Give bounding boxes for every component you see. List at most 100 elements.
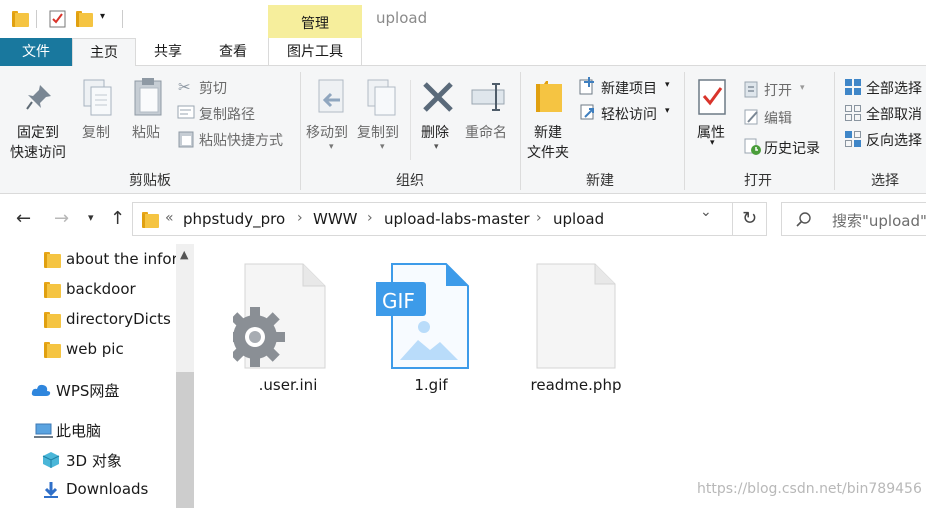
- properties-checkmark-icon[interactable]: [49, 10, 67, 28]
- paste-shortcut-icon: [178, 131, 194, 148]
- forward-arrow-icon[interactable]: →: [54, 208, 69, 229]
- nav-item-label: 3D 对象: [66, 452, 122, 470]
- new-folder-label-line1: 新建: [534, 125, 562, 141]
- nav-item-label: WPS网盘: [56, 382, 120, 400]
- tab-share[interactable]: 共享: [136, 38, 200, 66]
- new-folder-quick-icon[interactable]: [76, 11, 93, 27]
- breadcrumb-upload-labs-master[interactable]: upload-labs-master: [384, 210, 530, 228]
- tab-picture-tools[interactable]: 图片工具: [268, 38, 362, 66]
- pin-icon: [26, 85, 51, 110]
- config-file-icon: [233, 263, 326, 369]
- select-all-label: 全部选择: [866, 81, 922, 97]
- divider: [410, 80, 411, 160]
- navigation-bar: ← → ▾ ↑ « phpstudy_pro › WWW › upload-la…: [0, 194, 926, 244]
- tab-file[interactable]: 文件: [0, 38, 72, 66]
- navigation-pane: about the infor backdoor directoryDicts …: [0, 244, 196, 508]
- file-item-readme-php[interactable]: readme.php: [521, 262, 631, 402]
- move-to-label: 移动到: [306, 125, 348, 141]
- clipboard-paste-icon: [134, 78, 162, 116]
- search-placeholder: 搜索"upload": [832, 212, 926, 230]
- nav-item-directorydicts[interactable]: directoryDicts: [0, 305, 176, 335]
- recent-locations-chevron-icon[interactable]: ▾: [88, 211, 94, 224]
- breadcrumb-separator[interactable]: ›: [536, 210, 542, 226]
- nav-item-backdoor[interactable]: backdoor: [0, 275, 176, 305]
- overflow-chevron[interactable]: «: [165, 210, 174, 226]
- breadcrumb-separator[interactable]: ›: [367, 210, 373, 226]
- paste-shortcut-label: 粘贴快捷方式: [199, 133, 283, 149]
- gif-file-icon: [376, 263, 469, 369]
- up-arrow-icon[interactable]: ↑: [110, 208, 125, 229]
- clipboard-group-label: 剪贴板: [129, 173, 171, 189]
- copy-to-label: 复制到: [357, 125, 399, 141]
- chevron-down-icon: ▾: [710, 138, 715, 148]
- new-folder-icon: [536, 81, 562, 112]
- copy-path-label: 复制路径: [199, 107, 255, 123]
- nav-item-label: backdoor: [66, 280, 136, 298]
- select-all-icon: [845, 79, 861, 95]
- pin-label-line2: 快速访问: [10, 145, 66, 161]
- scissors-icon: ✂: [178, 78, 191, 96]
- nav-item-web-pic[interactable]: web pic: [0, 335, 176, 365]
- file-list: .user.ini GIF 1.gif readme.php: [196, 244, 926, 508]
- select-none-icon: [845, 105, 861, 121]
- breadcrumb-www[interactable]: WWW: [313, 210, 358, 228]
- window-title: upload: [376, 9, 428, 27]
- open-label: 打开: [764, 83, 792, 99]
- divider: [36, 10, 37, 28]
- nav-item-label: Downloads: [66, 480, 149, 498]
- search-input[interactable]: 搜索"upload": [781, 202, 926, 236]
- copy-to-icon: [367, 79, 396, 116]
- nav-item-3d-objects[interactable]: 3D 对象: [0, 445, 176, 475]
- chevron-down-icon: ▾: [329, 142, 334, 152]
- ribbon: 固定到 快速访问 复制 粘贴 ✂ 剪切 复制路径 粘贴快捷方式 剪贴板 移动到 …: [0, 66, 926, 194]
- tab-view[interactable]: 查看: [200, 38, 266, 66]
- folder-icon: [142, 212, 159, 228]
- nav-item-label: about the infor: [66, 250, 176, 268]
- download-arrow-icon: [44, 482, 58, 498]
- new-item-icon: [579, 77, 594, 95]
- rename-label: 重命名: [465, 125, 507, 141]
- chevron-down-icon: ▾: [800, 83, 805, 93]
- nav-item-this-pc[interactable]: 此电脑: [0, 415, 176, 445]
- nav-item-label: directoryDicts: [66, 310, 171, 328]
- move-to-icon: [318, 79, 344, 113]
- invert-selection-label: 反向选择: [866, 133, 922, 149]
- new-item-label: 新建项目: [601, 81, 657, 97]
- chevron-down-icon: ▾: [380, 142, 385, 152]
- cut-label: 剪切: [199, 81, 227, 97]
- folder-icon: [44, 282, 61, 298]
- new-folder-label-line2: 文件夹: [527, 145, 569, 161]
- customize-quick-access-icon[interactable]: ▾: [100, 11, 105, 22]
- address-history-chevron-icon[interactable]: ⌄: [700, 204, 712, 220]
- organize-group-label: 组织: [396, 173, 424, 189]
- rename-icon: [471, 83, 505, 111]
- refresh-icon: ↻: [741, 208, 758, 229]
- nav-item-downloads[interactable]: Downloads: [0, 475, 176, 505]
- nav-item-about-the-infor[interactable]: about the infor: [0, 245, 176, 275]
- pin-label-line1: 固定到: [17, 125, 59, 141]
- history-icon: [744, 138, 761, 155]
- nav-item-wps-cloud[interactable]: WPS网盘: [0, 375, 176, 405]
- breadcrumb-separator[interactable]: ›: [297, 210, 303, 226]
- breadcrumb-upload[interactable]: upload: [553, 210, 604, 228]
- folder-icon: [12, 11, 29, 27]
- nav-scrollbar-thumb[interactable]: [176, 372, 194, 508]
- address-bar[interactable]: « phpstudy_pro › WWW › upload-labs-maste…: [132, 202, 733, 236]
- scroll-up-arrow-icon[interactable]: ▲: [180, 248, 188, 261]
- folder-icon: [44, 252, 61, 268]
- nav-item-label: 此电脑: [56, 422, 102, 440]
- manage-context-tab[interactable]: 管理: [268, 5, 362, 38]
- cube-3d-icon: [42, 452, 60, 468]
- invert-selection-icon: [845, 131, 861, 147]
- file-item-1-gif[interactable]: GIF 1.gif: [376, 262, 486, 402]
- tab-home[interactable]: 主页: [72, 38, 136, 67]
- breadcrumb-phpstudy-pro[interactable]: phpstudy_pro: [183, 210, 285, 228]
- chevron-down-icon: ▾: [434, 142, 439, 152]
- refresh-button[interactable]: ↻: [733, 202, 767, 236]
- file-item-user-ini[interactable]: .user.ini: [233, 262, 343, 402]
- divider: [122, 10, 123, 28]
- computer-icon: [34, 423, 53, 438]
- back-arrow-icon[interactable]: ←: [16, 208, 31, 229]
- easy-access-icon: [580, 104, 594, 120]
- ribbon-tabs: 文件 主页 共享 查看 图片工具: [0, 38, 926, 67]
